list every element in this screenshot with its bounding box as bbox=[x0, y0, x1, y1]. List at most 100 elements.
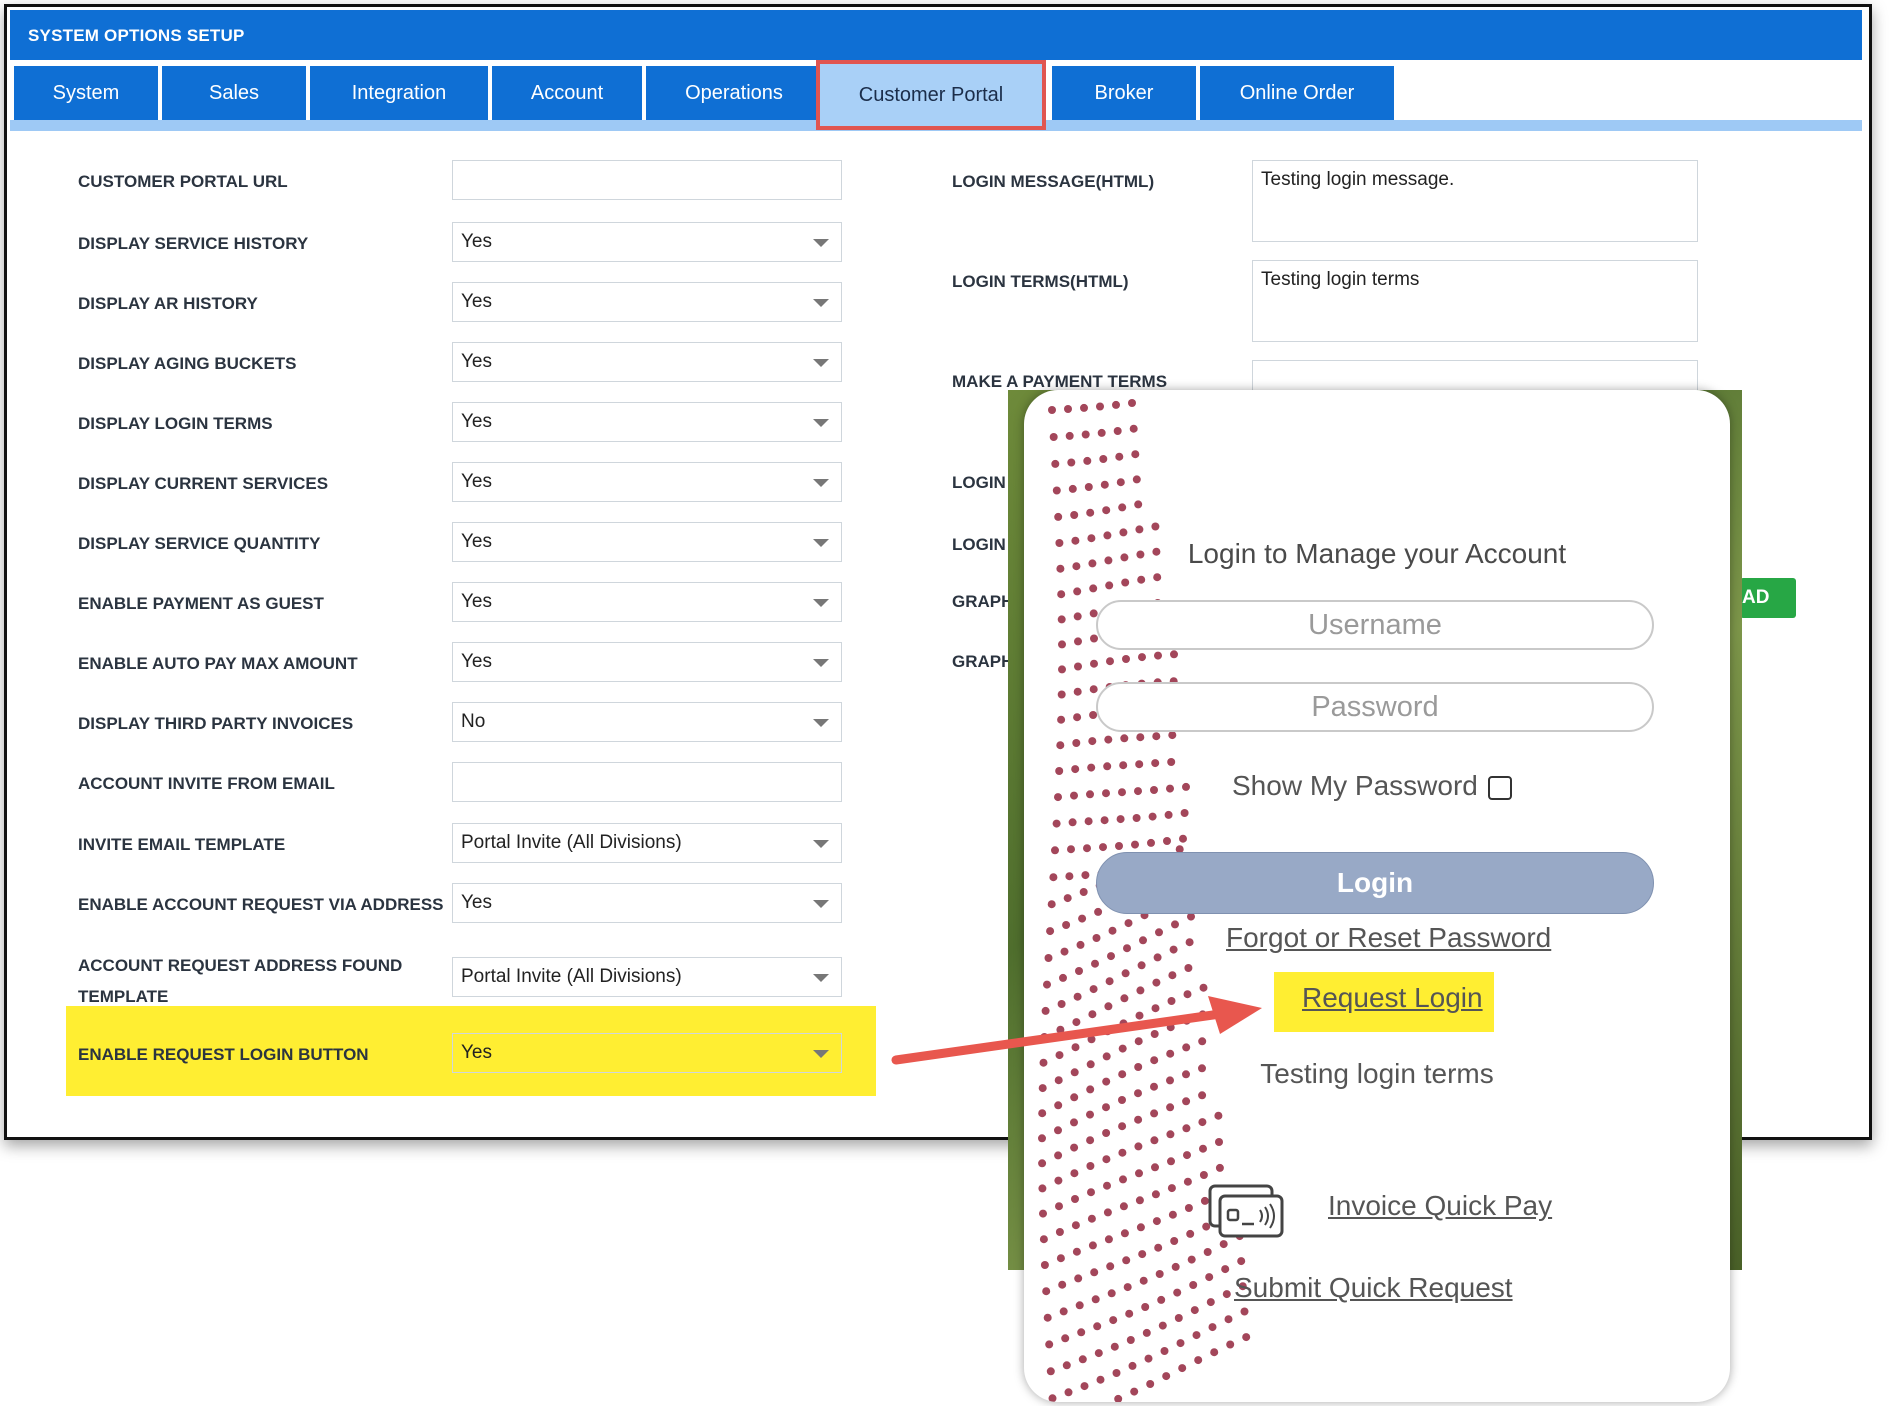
tab-integration[interactable]: Integration bbox=[310, 66, 488, 120]
decorative-dot bbox=[1164, 810, 1173, 819]
decorative-dot bbox=[1135, 525, 1144, 534]
tab-online-order[interactable]: Online Order bbox=[1200, 66, 1394, 120]
decorative-dot bbox=[1070, 1118, 1078, 1127]
decorative-dot bbox=[1061, 1334, 1070, 1343]
decorative-dot bbox=[1091, 959, 1099, 968]
password-input[interactable]: Password bbox=[1096, 682, 1654, 732]
decorative-dot bbox=[1115, 452, 1124, 461]
enable-payment-as-guest-select[interactable]: Yes bbox=[452, 582, 842, 622]
upload-button[interactable]: AD bbox=[1740, 578, 1796, 618]
decorative-dot bbox=[1186, 1229, 1195, 1238]
decorative-dot bbox=[1086, 1136, 1095, 1145]
decorative-dot bbox=[1046, 1367, 1055, 1376]
tab-sales[interactable]: Sales bbox=[162, 66, 306, 120]
decorative-dot bbox=[1081, 430, 1090, 439]
decorative-dot bbox=[1106, 657, 1114, 666]
decorative-dot bbox=[1119, 761, 1128, 770]
request-login-link[interactable]: Request Login bbox=[1302, 982, 1483, 1014]
decorative-dot bbox=[1047, 900, 1056, 909]
display-ar-history-select[interactable]: Yes bbox=[452, 282, 842, 322]
decorative-dot bbox=[1054, 512, 1063, 521]
decorative-dot bbox=[1132, 475, 1141, 484]
decorative-dot bbox=[1056, 1254, 1065, 1263]
decorative-dot bbox=[1114, 1394, 1123, 1402]
login-terms-textarea[interactable]: Testing login terms bbox=[1252, 260, 1698, 342]
invite-email-template-select[interactable]: Portal Invite (All Divisions) bbox=[452, 823, 842, 863]
invoice-quick-pay-link[interactable]: Invoice Quick Pay bbox=[1328, 1190, 1552, 1222]
label-enable-request-login-button: ENABLE REQUEST LOGIN BUTTON bbox=[78, 1045, 369, 1064]
display-login-terms-select[interactable]: Yes bbox=[452, 402, 842, 442]
decorative-dot bbox=[1086, 508, 1095, 517]
decorative-dot bbox=[1080, 1382, 1089, 1391]
tab-account[interactable]: Account bbox=[492, 66, 642, 120]
decorative-dot bbox=[1065, 872, 1074, 881]
decorative-dot bbox=[1038, 1184, 1047, 1193]
enable-account-request-via-address-select[interactable]: Yes bbox=[452, 883, 842, 923]
decorative-dot bbox=[1160, 1347, 1169, 1355]
tab-operations[interactable]: Operations bbox=[646, 66, 822, 120]
decorative-dot bbox=[1134, 1115, 1143, 1124]
label-display-login-terms: DISPLAY LOGIN TERMS bbox=[78, 414, 273, 433]
label-display-aging-buckets: DISPLAY AGING BUCKETS bbox=[78, 354, 297, 373]
display-aging-buckets-select[interactable]: Yes bbox=[452, 342, 842, 382]
decorative-dot bbox=[1097, 428, 1106, 437]
decorative-dot bbox=[1150, 786, 1158, 794]
decorative-dot bbox=[1135, 760, 1144, 769]
decorative-dot bbox=[1150, 1109, 1159, 1118]
login-message-textarea[interactable]: Testing login message. bbox=[1252, 160, 1698, 242]
label-customer-portal-url: CUSTOMER PORTAL URL bbox=[78, 172, 288, 191]
decorative-dot bbox=[1096, 402, 1104, 411]
chevron-down-icon bbox=[813, 974, 829, 982]
display-service-quantity-select[interactable]: Yes bbox=[452, 522, 842, 562]
decorative-dot bbox=[1240, 1307, 1249, 1316]
decorative-dot bbox=[1089, 584, 1098, 593]
label-login-message-html: LOGIN MESSAGE(HTML) bbox=[952, 172, 1155, 191]
decorative-dot bbox=[1058, 665, 1066, 674]
decorative-dot bbox=[1078, 914, 1087, 923]
decorative-dot bbox=[1106, 1262, 1115, 1271]
show-password-checkbox[interactable] bbox=[1488, 776, 1512, 800]
username-input[interactable]: Username bbox=[1096, 600, 1654, 650]
tab-broker[interactable]: Broker bbox=[1052, 66, 1196, 120]
decorative-dot bbox=[1158, 1321, 1167, 1330]
decorative-dot bbox=[1137, 961, 1146, 970]
decorative-dot bbox=[1055, 767, 1064, 775]
display-current-services-select[interactable]: Yes bbox=[452, 462, 842, 502]
decorative-dot bbox=[1123, 1283, 1132, 1292]
decorative-dot bbox=[1208, 1323, 1217, 1332]
decorative-dot bbox=[1065, 431, 1074, 440]
chevron-down-icon bbox=[813, 719, 829, 727]
submit-quick-request-link[interactable]: Submit Quick Request bbox=[1234, 1272, 1513, 1304]
decorative-dot bbox=[1176, 1339, 1185, 1348]
decorative-dot bbox=[1168, 971, 1177, 980]
enable-auto-pay-max-amount-select[interactable]: Yes bbox=[452, 642, 842, 682]
enable-request-login-button-select[interactable]: Yes bbox=[452, 1033, 842, 1073]
decorative-dot bbox=[1185, 938, 1194, 947]
decorative-dot bbox=[1079, 888, 1088, 896]
decorative-dot bbox=[1100, 480, 1109, 489]
decorative-dot bbox=[1182, 1097, 1191, 1106]
decorative-dot bbox=[1215, 1163, 1224, 1172]
display-service-history-select[interactable]: Yes bbox=[452, 222, 842, 262]
decorative-dot bbox=[1118, 1122, 1127, 1131]
decorative-dot bbox=[1138, 1250, 1147, 1259]
decorative-dot bbox=[1167, 758, 1176, 766]
tab-system[interactable]: System bbox=[14, 66, 158, 120]
customer-portal-url-input[interactable] bbox=[452, 160, 842, 200]
decorative-dot bbox=[1187, 1255, 1196, 1264]
decorative-dot bbox=[1180, 809, 1189, 817]
decorative-dot bbox=[1224, 1315, 1233, 1324]
account-request-address-found-template-select[interactable]: Portal Invite (All Divisions) bbox=[452, 957, 842, 997]
forgot-password-link[interactable]: Forgot or Reset Password bbox=[1226, 922, 1551, 954]
tab-customer-portal[interactable]: Customer Portal bbox=[816, 60, 1046, 130]
decorative-dot bbox=[1040, 1261, 1049, 1269]
decorative-dot bbox=[1039, 1209, 1047, 1218]
decorative-dot bbox=[1152, 732, 1161, 741]
decorative-dot bbox=[1051, 846, 1059, 855]
account-invite-from-email-input[interactable] bbox=[452, 762, 842, 802]
chevron-down-icon bbox=[813, 1050, 829, 1058]
decorative-dot bbox=[1099, 455, 1108, 463]
decorative-dot bbox=[1074, 1274, 1083, 1283]
display-third-party-invoices-select[interactable]: No bbox=[452, 702, 842, 742]
login-button[interactable]: Login bbox=[1096, 852, 1654, 914]
